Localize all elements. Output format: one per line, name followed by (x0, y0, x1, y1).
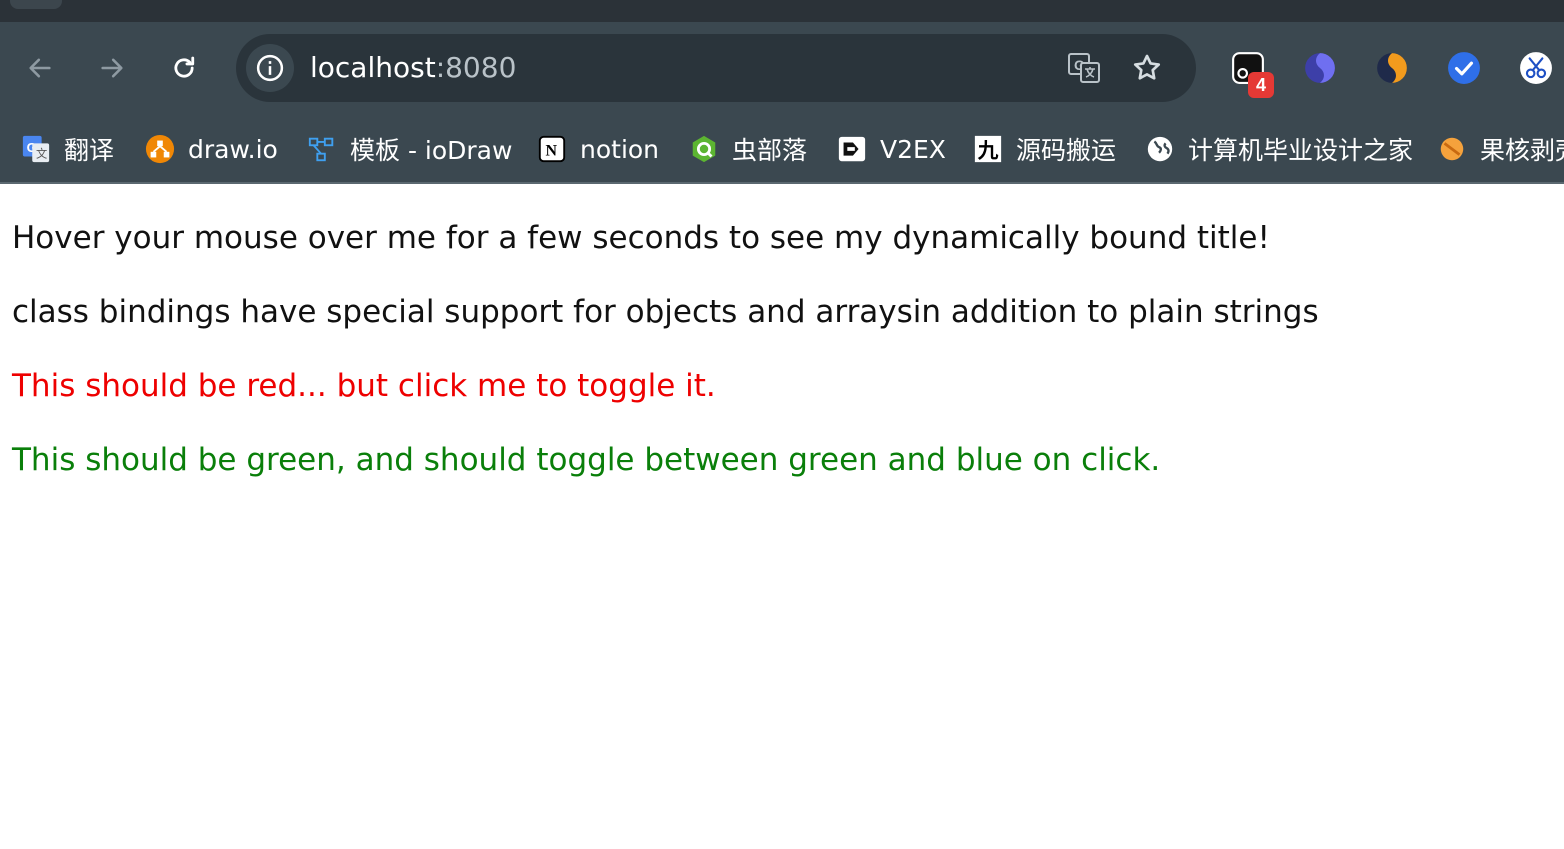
bookmark-star-button[interactable] (1129, 50, 1165, 86)
url-host: localhost (310, 51, 436, 84)
bookmark-item[interactable]: V2EX (836, 126, 946, 172)
bookmark-item[interactable]: G文 翻译 (20, 126, 114, 172)
arrow-right-icon (101, 58, 123, 78)
extension-orange[interactable] (1374, 50, 1410, 86)
browser-toolbar: localhost:8080 G 4 (0, 22, 1564, 116)
google-translate-icon: G文 (20, 133, 52, 165)
extension-swirl-orange-icon (1377, 53, 1407, 83)
extension-swirl-purple-icon (1305, 53, 1335, 83)
bookmark-label: 模板 - ioDraw (350, 136, 513, 165)
url-text[interactable]: localhost:8080 (310, 51, 516, 85)
bookmarks-bar: G文 翻译 draw.io 模板 - ioDraw N notion 虫部落 V… (0, 116, 1564, 182)
svg-text:九: 九 (977, 138, 999, 162)
info-icon (256, 54, 284, 82)
bookmark-item[interactable]: 模板 - ioDraw (306, 126, 512, 172)
red-toggle-text[interactable]: This should be red... but click me to to… (12, 366, 716, 406)
bookmark-item[interactable]: draw.io (144, 126, 278, 172)
green-toggle-text[interactable]: This should be green, and should toggle … (12, 440, 1160, 480)
bookmark-item[interactable]: 虫部落 (688, 126, 807, 172)
iodraw-icon (306, 133, 338, 165)
class-bindings-text: class bindings have special support for … (12, 294, 1319, 330)
tab-strip (0, 0, 1564, 22)
hover-title-text[interactable]: Hover your mouse over me for a few secon… (12, 218, 1270, 258)
drawio-icon (144, 133, 176, 165)
notion-icon: N (536, 133, 568, 165)
arrow-left-icon (29, 58, 51, 78)
bookmark-label: notion (580, 134, 660, 164)
svg-text:N: N (545, 143, 557, 160)
yuanma-icon: 九 (972, 133, 1004, 165)
extension-badge: 4 (1248, 72, 1274, 98)
bookmark-item[interactable]: 果核剥壳 (1436, 126, 1564, 172)
bookmark-label: 果核剥壳 (1480, 136, 1564, 165)
bookmark-label: 计算机毕业设计之家 (1188, 136, 1414, 165)
browser-tab[interactable] (10, 0, 62, 9)
bookmark-item[interactable]: 九 源码搬运 (972, 126, 1116, 172)
bookmark-label: 虫部落 (732, 136, 808, 165)
translate-page-button[interactable]: G (1066, 50, 1102, 86)
url-port: :8080 (435, 51, 517, 84)
star-icon (1133, 54, 1161, 80)
back-button[interactable] (22, 50, 58, 86)
toolbar-divider (0, 182, 1564, 184)
extension-purple[interactable] (1302, 50, 1338, 86)
extension-scissors[interactable] (1518, 50, 1554, 86)
v2ex-icon (836, 133, 868, 165)
reload-icon (174, 56, 195, 78)
reload-button[interactable] (166, 50, 202, 86)
bookmark-label: 源码搬运 (1016, 136, 1117, 165)
extension-check[interactable] (1446, 50, 1482, 86)
svg-text:文: 文 (36, 146, 47, 160)
forward-button[interactable] (94, 50, 130, 86)
bookmark-label: V2EX (880, 134, 946, 164)
globe-icon (1144, 133, 1176, 165)
bookmark-item[interactable]: 计算机毕业设计之家 (1144, 126, 1413, 172)
site-info-button[interactable] (246, 44, 294, 92)
checkmark-icon (1448, 52, 1480, 84)
translate-icon: G (1068, 53, 1100, 83)
bookmark-item[interactable]: N notion (536, 126, 659, 172)
bookmark-label: 翻译 (64, 136, 115, 165)
guohe-icon (1436, 133, 1468, 165)
address-bar[interactable]: localhost:8080 G (236, 34, 1196, 102)
scissors-icon (1520, 52, 1552, 84)
bookmark-label: draw.io (188, 134, 278, 164)
chongbuluo-icon (688, 133, 720, 165)
